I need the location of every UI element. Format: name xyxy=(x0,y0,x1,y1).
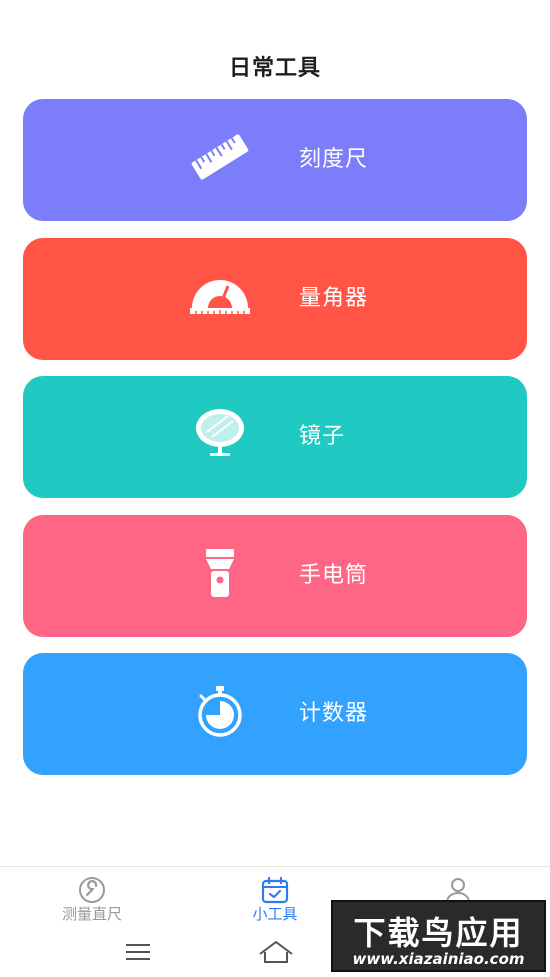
wrench-icon xyxy=(79,877,105,903)
menu-icon[interactable] xyxy=(118,938,158,966)
tab-small-tools[interactable]: 小工具 xyxy=(205,875,345,924)
ruler-card[interactable]: 刻度尺 xyxy=(23,99,527,221)
watermark-title: 下载鸟应用 xyxy=(353,914,524,952)
flashlight-icon xyxy=(187,540,253,606)
tab-measure-label: 测量直尺 xyxy=(61,905,122,923)
mirror-card[interactable]: 镜子 xyxy=(23,376,527,498)
watermark-url: www.xiazainiao.com xyxy=(352,950,525,968)
ruler-label: 刻度尺 xyxy=(299,147,369,172)
flashlight-card[interactable]: 手电筒 xyxy=(23,515,527,637)
tab-profile[interactable] xyxy=(388,875,528,903)
page-title: 日常工具 xyxy=(228,56,321,81)
ruler-icon xyxy=(187,124,253,190)
counter-card[interactable]: 计数器 xyxy=(23,653,527,775)
watermark-logo: 下载鸟应用 www.xiazainiao.com xyxy=(331,900,546,972)
tab-tools-label: 小工具 xyxy=(252,905,298,923)
tab-measure-ruler[interactable]: 测量直尺 xyxy=(22,875,162,924)
mirror-label: 镜子 xyxy=(299,424,346,449)
home-icon[interactable] xyxy=(256,938,296,966)
mirror-icon xyxy=(187,401,253,467)
flashlight-label: 手电筒 xyxy=(299,563,369,588)
counter-label: 计数器 xyxy=(299,701,369,726)
protractor-label: 量角器 xyxy=(299,286,369,311)
protractor-card[interactable]: 量角器 xyxy=(23,238,527,360)
protractor-icon xyxy=(187,263,253,329)
calendar-check-icon xyxy=(261,876,289,904)
stopwatch-icon xyxy=(187,678,253,744)
